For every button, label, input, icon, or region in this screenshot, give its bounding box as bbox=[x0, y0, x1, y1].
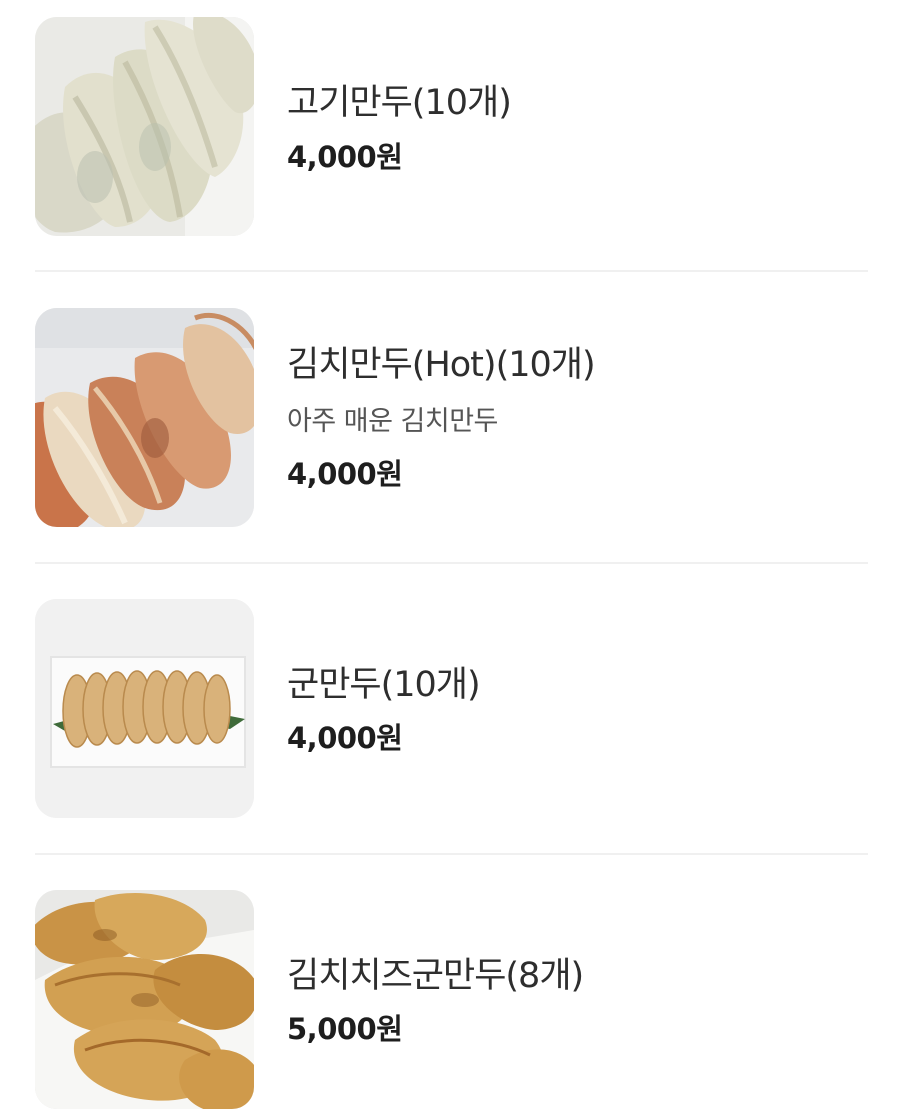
menu-item-meat-dumpling[interactable]: 고기만두(10개) 4,000원 bbox=[0, 0, 900, 272]
menu-item-image[interactable] bbox=[35, 599, 254, 818]
menu-item-name: 김치만두(Hot)(10개) bbox=[287, 345, 596, 385]
menu-item-price: 4,000원 bbox=[287, 140, 403, 174]
menu-item-name: 김치치즈군만두(8개) bbox=[287, 956, 584, 996]
menu-item-price: 4,000원 bbox=[287, 457, 403, 491]
menu-item-image[interactable] bbox=[35, 17, 254, 236]
menu-item-name: 고기만두(10개) bbox=[287, 83, 512, 123]
menu-item-name: 군만두(10개) bbox=[287, 665, 481, 705]
menu-list: 고기만두(10개) 4,000원 김치만두(Hot)(10개) 아주 매운 김치… bbox=[0, 0, 900, 1119]
menu-item-price: 5,000원 bbox=[287, 1012, 403, 1046]
menu-item-image[interactable] bbox=[35, 890, 254, 1109]
menu-item-kimchi-cheese-fried-dumpling[interactable]: 김치치즈군만두(8개) 5,000원 bbox=[0, 854, 900, 1119]
menu-item-kimchi-dumpling[interactable]: 김치만두(Hot)(10개) 아주 매운 김치만두 4,000원 bbox=[0, 272, 900, 563]
menu-item-price: 4,000원 bbox=[287, 721, 403, 755]
menu-item-fried-dumpling[interactable]: 군만두(10개) 4,000원 bbox=[0, 563, 900, 854]
menu-item-description: 아주 매운 김치만두 bbox=[287, 406, 498, 437]
menu-item-image[interactable] bbox=[35, 308, 254, 527]
